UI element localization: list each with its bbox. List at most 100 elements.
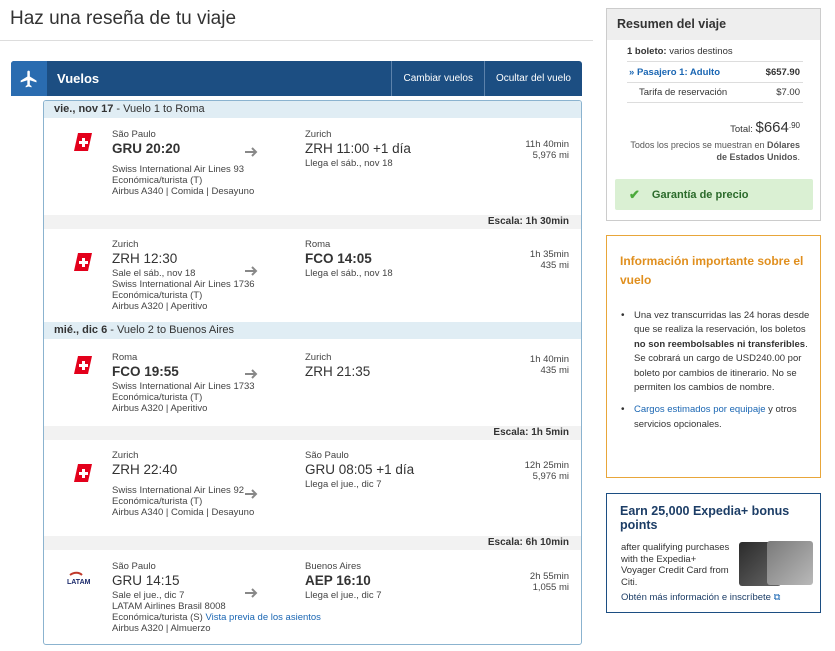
departure-date: Sale el sáb., nov 18 [112, 268, 196, 279]
flights-header: Vuelos Cambiar vuelos Ocultar del vuelo [11, 61, 582, 96]
check-icon: ✔ [629, 186, 640, 202]
departure-date: Sale el jue., dic 7 [112, 590, 185, 601]
divider [627, 82, 803, 83]
fee-price: $7.00 [776, 87, 800, 98]
origin-city: Zurich [112, 239, 139, 250]
destination-city: Zurich [305, 352, 332, 363]
passenger-toggle[interactable]: » Pasajero 1: Adulto [629, 67, 720, 78]
price-guarantee: ✔ Garantía de precio [615, 179, 813, 210]
distance: 435 mi [540, 365, 569, 376]
page-title: Haz una reseña de tu viaje [10, 8, 237, 29]
itinerary-panel: vie., nov 17 - Vuelo 1 to Roma São Paulo… [43, 100, 582, 645]
arrival-time: AEP 16:10 [305, 573, 371, 588]
layover-bar: Escala: 1h 5min [44, 426, 581, 440]
aircraft-info: Airbus A320 | Aperitivo [112, 301, 208, 312]
aircraft-info: Airbus A320 | Almuerzo [112, 623, 211, 634]
list-item: Una vez transcurridas las 24 horas desde… [621, 309, 811, 395]
fee-label: Tarifa de reservación [639, 87, 728, 98]
promo-title: Earn 25,000 Expedia+ bonus points [620, 504, 790, 532]
change-flights-button[interactable]: Cambiar vuelos [391, 61, 483, 96]
cabin-class: Económica/turista (S) [112, 612, 203, 623]
title-divider [0, 40, 593, 41]
latam-logo-icon: LATAM [67, 571, 91, 586]
baggage-fees-link[interactable]: Cargos estimados por equipaje [634, 404, 766, 415]
passenger-price: $657.90 [765, 67, 800, 78]
cabin-class: Económica/turista (T) [112, 175, 203, 186]
summary-title: Resumen del viaje [607, 9, 820, 40]
airline: Swiss International Air Lines 1733 [112, 381, 255, 392]
divider [627, 102, 803, 103]
airline: Swiss International Air Lines 92 [112, 485, 245, 496]
distance: 435 mi [540, 260, 569, 271]
external-link-icon: ⧉ [773, 592, 781, 603]
distance: 5,976 mi [532, 150, 569, 161]
trip-summary: Resumen del viaje 1 boleto: varios desti… [606, 8, 821, 221]
aircraft-info: Airbus A340 | Comida | Desayuno [112, 507, 255, 518]
currency-note: Todos los precios se muestran en Dólares… [630, 140, 800, 162]
airline: Swiss International Air Lines 1736 [112, 279, 255, 290]
duration: 2h 55min [529, 571, 569, 582]
origin-city: São Paulo [112, 561, 156, 572]
svg-text:LATAM: LATAM [67, 579, 91, 586]
arrow-right-icon [245, 369, 258, 379]
swiss-logo-icon [74, 464, 92, 482]
destination-city: Zurich [305, 129, 332, 140]
departure-time: GRU 20:20 [112, 141, 181, 156]
origin-city: Roma [112, 352, 138, 363]
duration: 1h 40min [529, 354, 569, 365]
arrival-time: FCO 14:05 [305, 251, 372, 266]
cabin-class: Económica/turista (T) [112, 392, 203, 403]
promo-text: after qualifying purchases with the Expe… [621, 542, 730, 588]
airline: LATAM Airlines Brasil 8008 [112, 601, 226, 612]
swiss-logo-icon [74, 356, 92, 374]
cabin-class: Económica/turista (T) [112, 496, 203, 507]
promo-box: Earn 25,000 Expedia+ bonus points after … [606, 493, 821, 613]
layover-bar: Escala: 6h 10min [44, 536, 581, 550]
arrow-right-icon [245, 147, 258, 157]
important-info-box: Información importante sobre el vuelo Un… [606, 235, 821, 478]
origin-city: Zurich [112, 450, 139, 461]
flights-title: Vuelos [57, 71, 100, 86]
arrow-right-icon [245, 588, 258, 598]
duration: 11h 40min [525, 139, 569, 150]
list-item: Cargos estimados por equipaje y otros se… [621, 403, 811, 432]
layover-bar: Escala: 1h 30min [44, 215, 581, 229]
aircraft-info: Airbus A320 | Aperitivo [112, 403, 208, 414]
day-header: mié., dic 6 - Vuelo 2 to Buenos Aires [44, 322, 581, 339]
destination-city: São Paulo [305, 450, 349, 461]
destination-city: Roma [305, 239, 331, 250]
departure-time: ZRH 12:30 [112, 251, 178, 266]
divider [627, 61, 803, 62]
info-title: Información importante sobre el vuelo [620, 254, 804, 287]
arrow-right-icon [245, 489, 258, 499]
distance: 5,976 mi [532, 471, 569, 482]
arrival-date: Llega el sáb., nov 18 [305, 268, 393, 279]
arrival-date: Llega el jue., dic 7 [305, 479, 382, 490]
seat-preview-link[interactable]: Vista previa de los asientos [205, 612, 320, 623]
distance: 1,055 mi [532, 582, 569, 593]
origin-city: São Paulo [112, 129, 156, 140]
arrival-date: Llega el jue., dic 7 [305, 590, 382, 601]
duration: 12h 25min [524, 460, 569, 471]
swiss-logo-icon [74, 133, 92, 151]
destination-city: Buenos Aires [305, 561, 361, 572]
plane-icon [11, 61, 47, 96]
arrival-time: ZRH 11:00 +1 día [305, 141, 411, 156]
arrival-time: ZRH 21:35 [305, 364, 371, 379]
aircraft-info: Airbus A340 | Comida | Desayuno [112, 186, 255, 197]
airline: Swiss International Air Lines 93 [112, 164, 245, 175]
arrow-right-icon [245, 266, 258, 276]
credit-card-image [767, 541, 813, 585]
arrival-time: GRU 08:05 +1 día [305, 462, 415, 477]
departure-time: ZRH 22:40 [112, 462, 178, 477]
hide-flight-button[interactable]: Ocultar del vuelo [483, 61, 582, 96]
ticket-count: 1 boleto: varios destinos [627, 46, 733, 57]
duration: 1h 35min [529, 249, 569, 260]
total: Total: $664.90 [730, 119, 800, 136]
departure-time: GRU 14:15 [112, 573, 180, 588]
info-list: Una vez transcurridas las 24 horas desde… [621, 309, 811, 440]
cabin-class: Económica/turista (T) [112, 290, 203, 301]
swiss-logo-icon [74, 253, 92, 271]
promo-link[interactable]: Obtén más información e inscríbete ⧉ [621, 592, 780, 603]
day-header: vie., nov 17 - Vuelo 1 to Roma [44, 101, 581, 118]
